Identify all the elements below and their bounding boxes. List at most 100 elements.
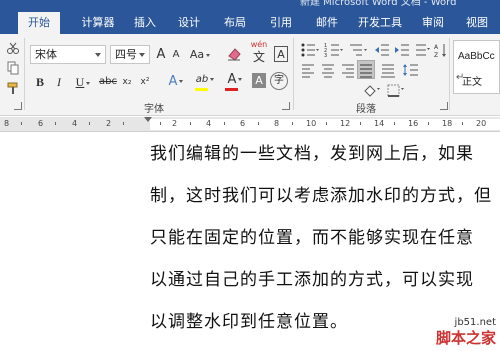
chinese-layout-icon[interactable]: [414, 42, 430, 58]
numbering-icon[interactable]: 123: [324, 42, 344, 59]
tab-references[interactable]: 引用: [264, 12, 298, 34]
ruler-number: 2: [172, 119, 178, 128]
ruler-number: 14: [374, 119, 385, 128]
justify-button[interactable]: [357, 60, 375, 79]
bold-button[interactable]: B: [32, 73, 48, 91]
font-color-button[interactable]: A: [224, 71, 246, 89]
clipboard-dialog-launcher[interactable]: [14, 102, 22, 110]
ruler-tick: [326, 122, 327, 125]
ruler-tick: [292, 122, 293, 125]
shrink-font-label: A: [172, 49, 180, 60]
document-page[interactable]: 我们编辑的一些文档，发到网上后，如果 制，这时我们可以考虑添加水印的方式，但 只…: [0, 133, 500, 351]
ruler-tick: [21, 122, 22, 125]
clear-formatting-icon[interactable]: [226, 46, 242, 62]
shading-icon[interactable]: [362, 82, 382, 97]
ruler-number: 12: [340, 119, 351, 128]
character-shading-button[interactable]: A: [252, 73, 266, 88]
underline-label: U: [75, 75, 85, 89]
svg-text:Z: Z: [434, 52, 438, 58]
bullets-icon[interactable]: [300, 42, 320, 58]
align-left-icon[interactable]: [300, 62, 316, 78]
strikethrough-button[interactable]: abc: [98, 73, 118, 91]
ruler-tick: [123, 122, 124, 125]
font-color-label: A: [227, 72, 237, 87]
font-size-combo[interactable]: 四号: [110, 45, 150, 64]
phonetic-guide-button[interactable]: wén 文: [248, 40, 270, 66]
grow-font-button[interactable]: A: [154, 46, 168, 64]
style-gallery: AaBbCc ↵ 正文: [453, 40, 500, 94]
tab-developer[interactable]: 开发工具: [354, 12, 406, 34]
tab-view[interactable]: 视图: [460, 12, 494, 34]
format-painter-icon[interactable]: [6, 80, 20, 94]
decrease-indent-icon[interactable]: [374, 42, 390, 58]
ruler-tick: [258, 122, 259, 125]
superscript-label: x²: [140, 77, 150, 87]
watermark-url: jb51.net: [454, 317, 496, 328]
ruler-tick: [462, 122, 463, 125]
paragraph-dialog-launcher[interactable]: [440, 102, 448, 110]
document-line: 以调整水印到任意位置。: [150, 312, 348, 332]
copy-icon[interactable]: [6, 60, 20, 75]
document-line: 只能在固定的位置，而不能够实现在任意: [150, 228, 474, 248]
tab-home[interactable]: 开始: [18, 12, 60, 34]
text-effects-button[interactable]: A: [164, 73, 188, 91]
ruler-number: 10: [306, 119, 317, 128]
superscript-button[interactable]: x²: [138, 73, 152, 91]
italic-label: I: [57, 75, 61, 89]
ruler-tick: [89, 122, 90, 125]
change-case-label: Aa: [189, 48, 205, 61]
sort-icon[interactable]: AZ: [434, 42, 448, 59]
ruler-tick: [428, 122, 429, 125]
highlight-button[interactable]: ab: [194, 71, 216, 89]
chevron-down-icon: [238, 78, 243, 81]
enclose-characters-button[interactable]: 字: [270, 72, 288, 90]
borders-icon[interactable]: [386, 82, 406, 97]
increase-indent-icon[interactable]: [394, 42, 410, 58]
align-center-icon[interactable]: [320, 62, 336, 78]
distributed-icon[interactable]: [380, 62, 396, 78]
multilevel-list-icon[interactable]: [348, 42, 368, 58]
chevron-down-icon: [95, 53, 101, 57]
group-separator: [24, 38, 25, 110]
enclose-characters-label: 字: [274, 75, 284, 86]
font-color-bar: [225, 88, 238, 91]
svg-text:3: 3: [324, 53, 327, 58]
chevron-down-icon: [206, 53, 211, 57]
strikethrough-label: abc: [99, 76, 117, 87]
grow-font-label: A: [156, 47, 166, 62]
font-dialog-launcher[interactable]: [282, 102, 290, 110]
tab-insert[interactable]: 插入: [128, 12, 162, 34]
style-name-normal[interactable]: 正文: [462, 73, 482, 88]
tab-design[interactable]: 设计: [172, 12, 206, 34]
tab-calculator[interactable]: 计算器: [76, 12, 120, 34]
align-right-icon[interactable]: [340, 62, 356, 78]
ruler-number: 16: [408, 119, 419, 128]
character-shading-label: A: [255, 74, 263, 87]
ruler-number: 18: [442, 119, 453, 128]
chevron-down-icon: [210, 77, 215, 81]
ruler-tick: [360, 122, 361, 125]
ruler-number: 4: [72, 119, 78, 128]
font-name-value: 宋体: [35, 48, 57, 61]
subscript-label: x₂: [122, 77, 132, 87]
ruler-number: 6: [38, 119, 44, 128]
font-name-combo[interactable]: 宋体: [30, 45, 106, 64]
italic-button[interactable]: I: [52, 73, 66, 91]
underline-button[interactable]: U: [72, 73, 94, 91]
window-title: 新建 Microsoft Word 文档 - Word: [300, 0, 457, 8]
tab-layout[interactable]: 布局: [218, 12, 252, 34]
shrink-font-button[interactable]: A: [170, 46, 182, 64]
character-border-button[interactable]: A: [274, 46, 288, 62]
subscript-button[interactable]: x₂: [120, 73, 134, 91]
cut-icon[interactable]: [6, 40, 20, 54]
tab-review[interactable]: 审阅: [416, 12, 450, 34]
first-line-indent-marker[interactable]: [144, 117, 152, 122]
phonetic-label: wén: [250, 40, 268, 49]
tab-mailings[interactable]: 邮件: [310, 12, 344, 34]
bold-label: B: [35, 75, 44, 89]
change-case-button[interactable]: Aa: [188, 46, 212, 64]
line-spacing-icon[interactable]: [402, 62, 422, 78]
chevron-down-icon: [179, 80, 184, 83]
style-preview: AaBbCc: [458, 51, 495, 62]
text-effects-label: A: [168, 74, 178, 89]
